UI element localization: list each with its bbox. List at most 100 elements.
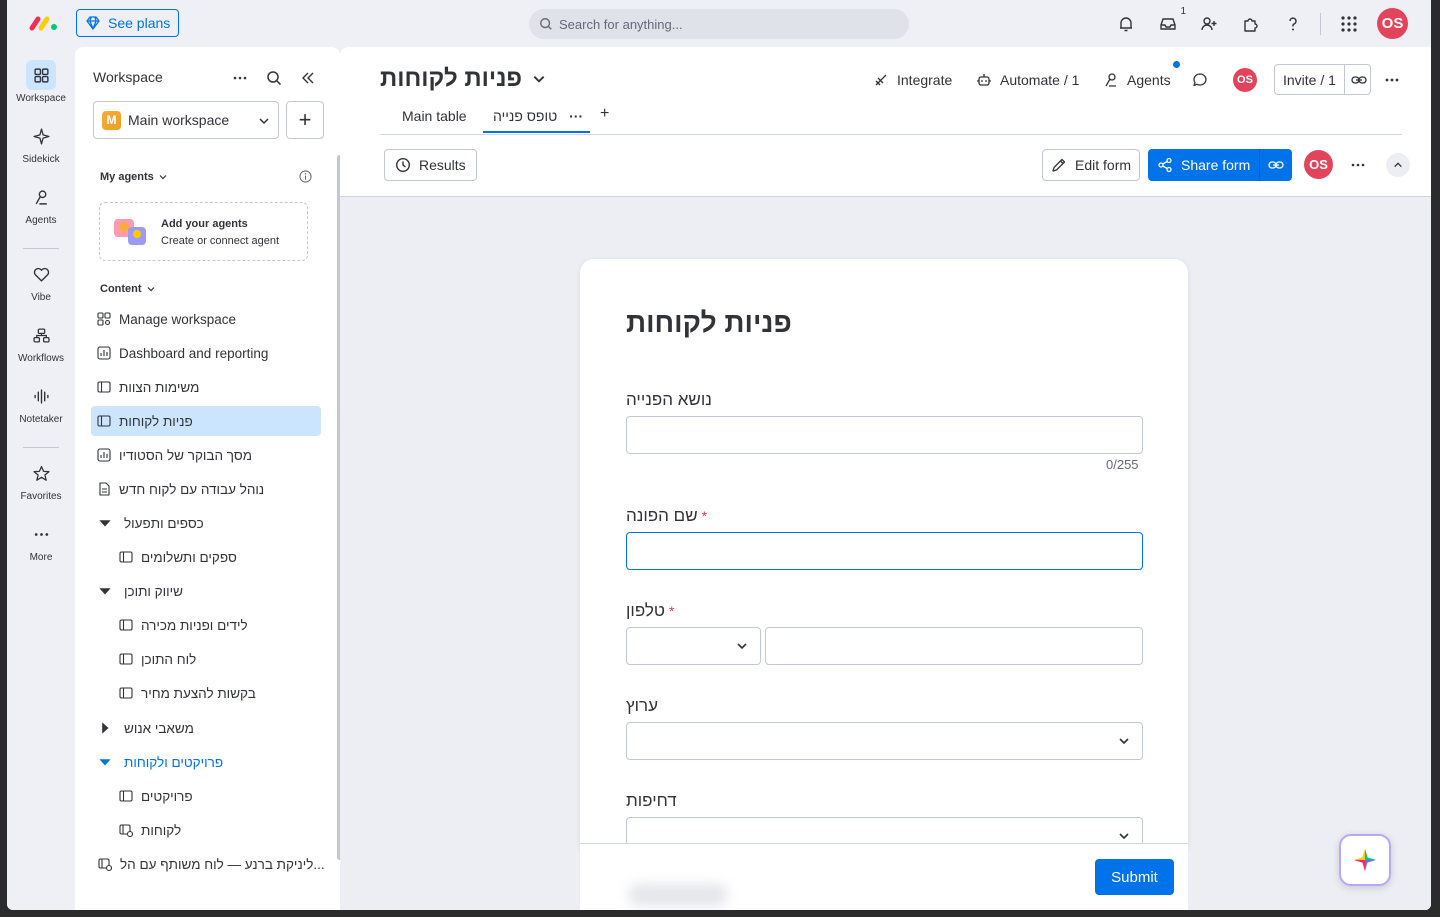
channel-select[interactable] [626, 722, 1143, 760]
collapse-header-button[interactable] [1386, 153, 1410, 177]
search-placeholder: Search for anything... [559, 16, 683, 32]
rail-label: Sidekick [22, 154, 60, 165]
invite-members-button[interactable] [1197, 12, 1221, 36]
chevron-down-icon [533, 76, 545, 83]
automate-button[interactable]: Automate / 1 [976, 69, 1079, 91]
add-item-button[interactable]: + [286, 101, 324, 139]
user-avatar[interactable]: OS [1377, 8, 1408, 39]
chevron-down-icon [259, 118, 269, 125]
workspace-select[interactable]: M Main workspace [93, 101, 279, 139]
rail-item-sidekick[interactable]: Sidekick [7, 121, 75, 165]
chevron-down-icon [159, 175, 167, 180]
share-form-main[interactable]: Share form [1148, 149, 1261, 181]
dots-icon [1385, 78, 1399, 82]
sidebar-item-shared-board[interactable]: ליניקת ברנע — לוח משותף עם הל... [91, 849, 325, 879]
caret-down-icon [99, 588, 111, 595]
field-label: דחיפות [626, 791, 677, 810]
results-button[interactable]: Results [384, 149, 477, 181]
dashboard-icon [97, 346, 111, 360]
form-owner-avatar[interactable]: OS [1304, 150, 1333, 179]
sidebar-item-label: בקשות להצעת מחיר [141, 685, 256, 701]
info-icon[interactable] [299, 170, 312, 183]
sidebar-item-board[interactable]: בקשות להצעת מחיר [91, 678, 321, 708]
search-input[interactable]: Search for anything... [529, 9, 909, 39]
app-switcher-button[interactable] [1337, 12, 1361, 36]
sidebar-item-board-active[interactable]: פניות לקוחות [91, 406, 321, 436]
inbox-button[interactable]: 1 [1156, 6, 1186, 36]
content-section[interactable]: Content [100, 283, 155, 295]
help-button[interactable] [1281, 12, 1305, 36]
board-owner-avatar[interactable]: OS [1233, 68, 1257, 92]
share-form-button[interactable]: Share form [1148, 149, 1292, 181]
sidebar-folder-marketing[interactable]: שיווק ותוכן [91, 576, 321, 606]
grid-icon [26, 60, 56, 90]
clock-icon [395, 157, 411, 173]
apps-marketplace-button[interactable] [1239, 12, 1263, 36]
sidekick-fab[interactable] [1339, 834, 1391, 886]
sidebar-item-board[interactable]: לוח התוכן [91, 644, 321, 674]
collapse-sidebar-button[interactable] [297, 67, 319, 89]
sidebar-folder-hr[interactable]: משאבי אנוש [91, 713, 321, 743]
add-view-button[interactable]: + [600, 105, 609, 123]
sidebar-item-dashboard-reporting[interactable]: Dashboard and reporting [91, 338, 321, 368]
rail-item-favorites[interactable]: Favorites [7, 458, 75, 502]
sidebar-item-label: ליניקת ברנע — לוח משותף עם הל... [120, 856, 325, 872]
pencil-icon [1052, 158, 1066, 172]
sidebar-item-doc[interactable]: נוהל עבודה עם לקוח חדש [91, 474, 321, 504]
monday-logo[interactable] [29, 13, 59, 33]
submit-button[interactable]: Submit [1095, 859, 1174, 895]
board-title[interactable]: פניות לקוחות [380, 65, 546, 93]
double-chevron-left-icon [302, 72, 314, 84]
sidebar-item-board[interactable]: לידים ופניות מכירה [91, 610, 321, 640]
board-more-button[interactable] [1384, 69, 1400, 91]
sidebar-search-button[interactable] [263, 67, 285, 89]
my-agents-section[interactable]: My agents [100, 171, 167, 183]
agents-button[interactable]: Agents [1103, 69, 1171, 91]
board-icon [97, 381, 111, 393]
diamond-icon [86, 16, 100, 30]
link-icon[interactable] [1351, 72, 1367, 88]
rail-item-vibe[interactable]: Vibe [7, 259, 75, 303]
chevron-up-icon [1394, 162, 1402, 168]
rail-item-workflows[interactable]: Workflows [7, 320, 75, 364]
tab-menu-icon[interactable]: ··· [569, 108, 583, 124]
requester-name-input[interactable] [626, 532, 1143, 570]
updates-button[interactable] [1192, 69, 1208, 91]
rail-item-more[interactable]: More [7, 519, 75, 563]
invite-button[interactable]: Invite / 1 [1274, 64, 1371, 95]
manage-icon [97, 312, 111, 326]
sidebar-item-dashboard[interactable]: מסך הבוקר של הסטודיו [91, 440, 321, 470]
rail-label: Agents [25, 215, 57, 226]
rail-item-agents[interactable]: Agents [7, 182, 75, 226]
form-title: פניות לקוחות [626, 307, 792, 338]
integrate-button[interactable]: Integrate [873, 69, 952, 91]
sidebar-item-board[interactable]: פרויקטים [91, 781, 321, 811]
sidebar-more-button[interactable] [229, 67, 251, 89]
rail-label: Workflows [18, 353, 64, 364]
heart-icon [26, 259, 56, 289]
sidebar-folder-finance[interactable]: כספים ותפעול [91, 508, 321, 538]
sidebar-item-board[interactable]: ספקים ותשלומים [91, 542, 321, 572]
dots-icon [233, 76, 247, 80]
add-agents-card[interactable]: Add your agents Create or connect agent [99, 202, 308, 261]
phone-input[interactable] [765, 627, 1143, 665]
sidebar-item-board[interactable]: משימות הצוות [91, 372, 321, 402]
notifications-button[interactable] [1114, 12, 1138, 36]
sidebar-item-shared-board[interactable]: לקוחות [91, 815, 321, 845]
edit-form-button[interactable]: Edit form [1042, 149, 1141, 181]
copy-link-button[interactable] [1260, 157, 1292, 173]
section-title: Content [100, 283, 142, 295]
sidebar-item-manage-workspace[interactable]: Manage workspace [91, 304, 321, 334]
field-label: שם הפונה * [626, 506, 708, 525]
subject-input[interactable] [626, 416, 1143, 454]
tab-form[interactable]: טופס פנייה ··· [483, 108, 590, 133]
form-toolbar: Results Edit form Share form OS [340, 135, 1431, 197]
integrate-label: Integrate [897, 72, 953, 88]
country-code-select[interactable] [626, 627, 761, 665]
rail-item-notetaker[interactable]: Notetaker [7, 381, 75, 425]
form-more-button[interactable] [1348, 155, 1368, 175]
tab-main-table[interactable]: Main table [402, 108, 467, 124]
sidebar-folder-projects[interactable]: פרויקטים ולקוחות [91, 747, 321, 777]
rail-item-workspace[interactable]: Workspace [7, 60, 75, 104]
see-plans-button[interactable]: See plans [76, 9, 180, 37]
